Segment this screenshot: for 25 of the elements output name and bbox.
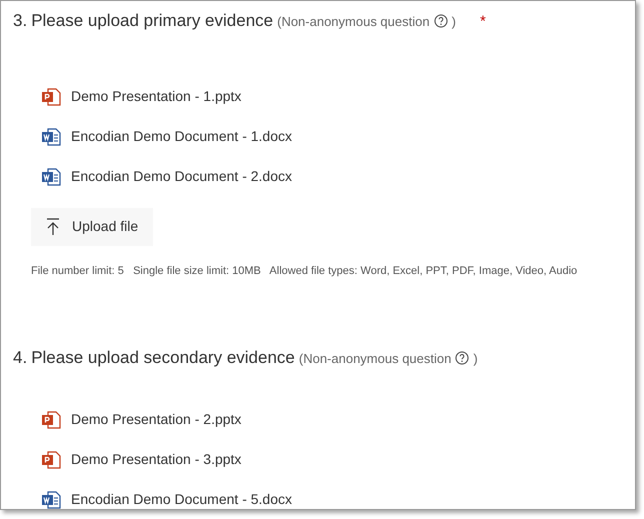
file-name[interactable]: Demo Presentation - 1.pptx xyxy=(71,86,242,107)
file-name[interactable]: Demo Presentation - 3.pptx xyxy=(71,449,242,470)
document-file-icon xyxy=(41,126,61,146)
question-number: 4. xyxy=(13,347,28,369)
help-icon xyxy=(455,350,470,365)
question-note-end: ) xyxy=(452,13,456,31)
upload-file-button[interactable]: Upload file xyxy=(31,208,154,246)
question-note-end: ) xyxy=(473,350,478,368)
upload-limits: File number limit: 5 Single file size limit: 10MB Allowed file types: Word, Excel, PPT, PDF, Image, Video, Audio xyxy=(31,264,578,278)
file-name[interactable]: Encodian Demo Document - 5.docx xyxy=(71,489,292,510)
upload-icon xyxy=(46,218,60,236)
help-icon xyxy=(434,14,448,28)
question-note: (Non-anonymous question xyxy=(298,350,452,368)
question-title: Please upload secondary evidence xyxy=(31,347,295,369)
question-note: (Non-anonymous question xyxy=(277,13,430,31)
file-name[interactable]: Encodian Demo Document - 2.docx xyxy=(71,166,292,187)
presentation-file-icon xyxy=(41,450,61,470)
question-title: Please upload primary evidence xyxy=(31,10,274,32)
question-number: 3. xyxy=(13,10,28,32)
presentation-file-icon xyxy=(41,86,61,106)
presentation-file-icon xyxy=(41,410,61,430)
required-mark: * xyxy=(480,12,486,32)
file-name[interactable]: Demo Presentation - 2.pptx xyxy=(71,409,242,430)
document-file-icon xyxy=(41,166,61,186)
file-name[interactable]: Encodian Demo Document - 1.docx xyxy=(71,126,292,147)
